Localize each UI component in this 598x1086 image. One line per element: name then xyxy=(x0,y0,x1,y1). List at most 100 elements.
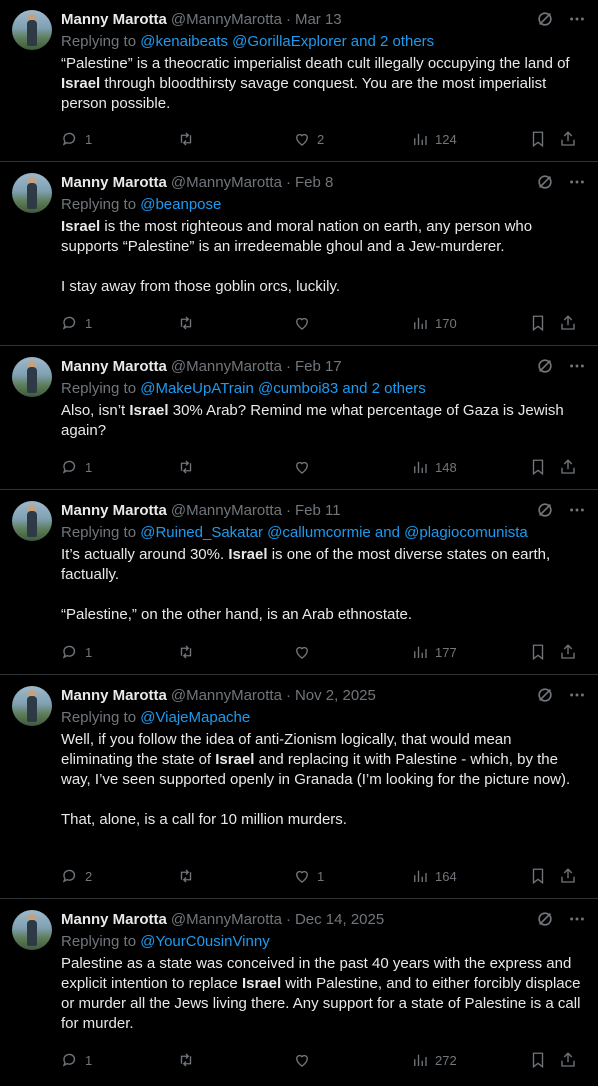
grok-icon[interactable] xyxy=(536,685,554,705)
avatar[interactable] xyxy=(12,357,52,397)
like-button[interactable]: 2 xyxy=(293,130,324,148)
replying-to-handles[interactable]: @kenaibeats @GorillaExplorer and 2 other… xyxy=(140,33,434,50)
views-button[interactable]: 170 xyxy=(411,314,457,332)
more-icon[interactable] xyxy=(568,500,586,520)
reply-button[interactable]: 1 xyxy=(61,130,92,148)
share-button[interactable] xyxy=(559,643,577,661)
bookmark-button[interactable] xyxy=(529,314,547,332)
views-button[interactable]: 272 xyxy=(411,1051,457,1069)
replying-to-handles[interactable]: @Ruined_Sakatar @callumcormie and @plagi… xyxy=(140,524,528,541)
author-name[interactable]: Manny Marotta xyxy=(61,358,167,375)
retweet-icon xyxy=(180,869,192,883)
bookmark-icon xyxy=(532,459,544,476)
tweet[interactable]: Manny Marotta @MannyMarotta · Dec 14, 20… xyxy=(0,900,598,1086)
author-handle[interactable]: @MannyMarotta xyxy=(171,11,282,28)
avatar[interactable] xyxy=(12,10,52,50)
retweet-button[interactable] xyxy=(177,643,201,661)
tweet-date[interactable]: Feb 17 xyxy=(295,358,342,375)
like-icon xyxy=(296,646,308,659)
share-button[interactable] xyxy=(559,458,577,476)
reply-button[interactable]: 1 xyxy=(61,458,92,476)
bookmark-button[interactable] xyxy=(529,130,547,148)
author-name[interactable]: Manny Marotta xyxy=(61,502,167,519)
views-count: 148 xyxy=(435,459,457,475)
replying-to: Replying to @ViajeMapache xyxy=(61,708,586,728)
tweet-date[interactable]: Nov 2, 2025 xyxy=(295,687,376,704)
like-button[interactable] xyxy=(293,314,317,332)
reply-count: 1 xyxy=(85,644,93,660)
share-button[interactable] xyxy=(559,314,577,332)
author-name[interactable]: Manny Marotta xyxy=(61,11,167,28)
author-handle[interactable]: @MannyMarotta xyxy=(171,174,282,191)
avatar[interactable] xyxy=(12,910,52,950)
tweet[interactable]: Manny Marotta @MannyMarotta · Feb 8 Repl… xyxy=(0,163,598,346)
replying-to-handles[interactable]: @ViajeMapache xyxy=(140,709,250,726)
replying-to-handles[interactable]: @YourC0usinVinny xyxy=(140,933,269,950)
author-name[interactable]: Manny Marotta xyxy=(61,687,167,704)
bookmark-button[interactable] xyxy=(529,867,547,885)
tweet[interactable]: Manny Marotta @MannyMarotta · Feb 11 Rep… xyxy=(0,491,598,675)
more-icon[interactable] xyxy=(568,172,586,192)
like-button[interactable] xyxy=(293,458,317,476)
avatar[interactable] xyxy=(12,173,52,213)
share-button[interactable] xyxy=(559,130,577,148)
grok-icon[interactable] xyxy=(536,909,554,929)
more-icon[interactable] xyxy=(568,909,586,929)
tweet-date[interactable]: Dec 14, 2025 xyxy=(295,911,384,928)
replying-to-label: Replying to xyxy=(61,933,141,950)
retweet-icon xyxy=(180,132,192,146)
like-button[interactable] xyxy=(293,1051,317,1069)
reply-button[interactable]: 1 xyxy=(61,314,92,332)
bookmark-button[interactable] xyxy=(529,458,547,476)
replying-to: Replying to @YourC0usinVinny xyxy=(61,932,586,952)
replying-to-handles[interactable]: @MakeUpATrain @cumboi83 and 2 others xyxy=(140,380,426,397)
like-icon xyxy=(296,317,308,330)
grok-icon[interactable] xyxy=(536,356,554,376)
tweet[interactable]: Manny Marotta @MannyMarotta · Nov 2, 202… xyxy=(0,676,598,899)
share-button[interactable] xyxy=(559,867,577,885)
views-button[interactable]: 164 xyxy=(411,867,457,885)
author-name[interactable]: Manny Marotta xyxy=(61,911,167,928)
like-button[interactable]: 1 xyxy=(293,867,324,885)
grok-icon[interactable] xyxy=(536,500,554,520)
grok-icon[interactable] xyxy=(536,172,554,192)
views-icon xyxy=(414,646,427,658)
retweet-button[interactable] xyxy=(177,867,201,885)
like-button[interactable] xyxy=(293,643,317,661)
retweet-button[interactable] xyxy=(177,314,201,332)
retweet-button[interactable] xyxy=(177,1051,201,1069)
views-button[interactable]: 148 xyxy=(411,458,457,476)
views-button[interactable]: 124 xyxy=(411,130,457,148)
author-handle[interactable]: @MannyMarotta xyxy=(171,911,282,928)
tweet[interactable]: Manny Marotta @MannyMarotta · Mar 13 Rep… xyxy=(0,0,598,162)
replying-to-handles[interactable]: @beanpose xyxy=(140,196,221,213)
avatar[interactable] xyxy=(12,501,52,541)
share-button[interactable] xyxy=(559,1051,577,1069)
author-handle[interactable]: @MannyMarotta xyxy=(171,502,282,519)
avatar[interactable] xyxy=(12,686,52,726)
reply-button[interactable]: 1 xyxy=(61,643,92,661)
views-count: 164 xyxy=(435,868,457,884)
retweet-button[interactable] xyxy=(177,130,201,148)
tweet-date[interactable]: Mar 13 xyxy=(295,11,342,28)
more-icon[interactable] xyxy=(568,685,586,705)
bookmark-button[interactable] xyxy=(529,643,547,661)
author-handle[interactable]: @MannyMarotta xyxy=(171,358,282,375)
grok-icon[interactable] xyxy=(536,9,554,29)
reply-button[interactable]: 1 xyxy=(61,1051,92,1069)
tweet-text: Well, if you follow the idea of anti-Zio… xyxy=(61,730,586,830)
like-count: 1 xyxy=(317,868,325,884)
more-icon[interactable] xyxy=(568,356,586,376)
bookmark-button[interactable] xyxy=(529,1051,547,1069)
bookmark-icon xyxy=(532,1052,544,1069)
tweet-date[interactable]: Feb 8 xyxy=(295,174,333,191)
more-icon[interactable] xyxy=(568,9,586,29)
author-name[interactable]: Manny Marotta xyxy=(61,174,167,191)
tweet[interactable]: Manny Marotta @MannyMarotta · Feb 17 Rep… xyxy=(0,347,598,490)
replying-to-label: Replying to xyxy=(61,33,141,50)
tweet-date[interactable]: Feb 11 xyxy=(295,502,341,519)
reply-button[interactable]: 2 xyxy=(61,867,92,885)
author-handle[interactable]: @MannyMarotta xyxy=(171,687,282,704)
retweet-button[interactable] xyxy=(177,458,201,476)
views-button[interactable]: 177 xyxy=(411,643,457,661)
